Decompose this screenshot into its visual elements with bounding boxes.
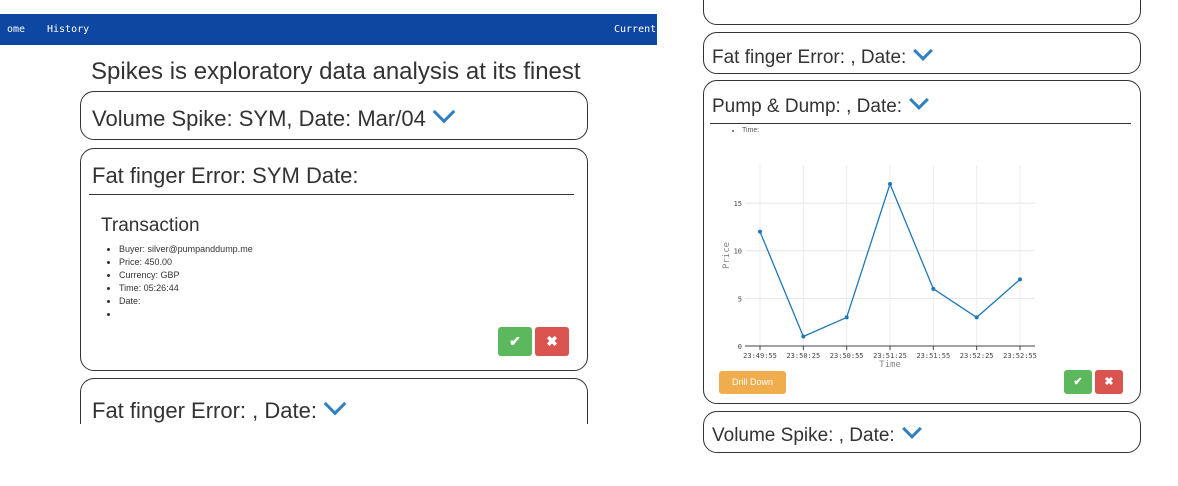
reject-button[interactable]: ✖	[1095, 370, 1123, 394]
fat-finger-2-title: Fat finger Error: , Date:	[92, 398, 317, 423]
reject-button[interactable]: ✖	[535, 327, 569, 356]
transaction-title: Transaction	[101, 215, 200, 236]
data-point	[801, 334, 806, 339]
y-tick-label: 0	[738, 343, 742, 351]
fat-finger-2-header[interactable]: Fat finger Error: , Date:	[92, 392, 347, 424]
nav-history-link[interactable]: History	[47, 24, 89, 35]
transaction-empty-item: ​	[119, 308, 253, 321]
accept-button[interactable]: ✔	[1064, 370, 1092, 394]
header-divider	[710, 123, 1131, 124]
left-screenshot: ome History Current A Spikes is explorat…	[0, 0, 660, 486]
transaction-currency: Currency: GBP	[119, 269, 253, 282]
x-tick-label: 23:50:25	[786, 352, 820, 360]
time-item: Time:	[742, 127, 759, 134]
volume-spike-card[interactable]: Volume Spike: SYM, Date: Mar/04	[80, 91, 588, 140]
chevron-down-icon[interactable]	[432, 100, 456, 124]
page-title: Spikes is exploratory data analysis at i…	[91, 58, 581, 85]
accept-button[interactable]: ✔	[498, 327, 532, 356]
check-icon: ✔	[1073, 376, 1083, 388]
drill-down-button[interactable]: Drill Down	[719, 371, 786, 394]
close-icon: ✖	[546, 333, 558, 349]
x-tick-label: 23:50:55	[830, 352, 864, 360]
chart-grid	[745, 165, 1035, 347]
fat-finger-header[interactable]: Fat finger Error: SYM Date:	[92, 163, 359, 189]
data-point	[974, 315, 979, 320]
nav-home-link[interactable]: ome	[7, 24, 25, 35]
chart-labels: 0 5 10 15 23:49:55 23:50:25 23:50:55 23:51:25 23…	[722, 200, 1037, 370]
transaction-list: Buyer: silver@pumpanddump.me Price: 450.…	[101, 243, 253, 321]
chevron-down-icon[interactable]	[901, 419, 922, 439]
x-tick-label: 23:51:55	[916, 352, 950, 360]
volume-spike-title: Volume Spike: SYM, Date: Mar/04	[92, 106, 426, 131]
crop-mask	[0, 424, 660, 486]
data-point	[931, 286, 936, 291]
y-tick-label: 15	[734, 200, 742, 208]
data-point	[844, 315, 849, 320]
navbar: ome History Current A	[0, 14, 660, 45]
data-point	[758, 229, 762, 234]
right-screenshot: Fat finger Error: , Date: Pump & Dump: ,…	[700, 0, 1178, 486]
close-icon: ✖	[1104, 376, 1114, 388]
check-icon: ✔	[509, 333, 521, 349]
nav-current-link[interactable]: Current A	[614, 24, 660, 35]
transaction-time: Time: 05:26:44	[119, 282, 253, 295]
data-point	[1018, 277, 1022, 282]
chevron-down-icon[interactable]	[913, 41, 934, 61]
price-chart: 0 5 10 15 23:49:55 23:50:25 23:50:55 23:51:25 23…	[722, 165, 1037, 370]
chevron-down-icon[interactable]	[909, 90, 929, 110]
x-tick-label: 23:49:55	[743, 352, 777, 360]
data-point	[888, 182, 892, 187]
x-tick-label: 23:52:55	[1003, 352, 1037, 360]
pump-dump-title: Pump & Dump: , Date:	[712, 96, 903, 117]
y-tick-label: 5	[738, 295, 742, 303]
fat-finger-title: Fat finger Error: , Date:	[712, 47, 907, 68]
fat-finger-card[interactable]: Fat finger Error: , Date:	[703, 32, 1141, 74]
volume-spike-header[interactable]: Volume Spike: , Date:	[712, 419, 922, 447]
fat-finger-header[interactable]: Fat finger Error: , Date:	[712, 41, 934, 69]
x-axis-title: Time	[879, 360, 901, 370]
volume-spike-card[interactable]: Volume Spike: , Date:	[703, 411, 1141, 453]
header-divider	[89, 194, 574, 195]
transaction-price: Price: 450.00	[119, 256, 253, 269]
transaction-buyer: Buyer: silver@pumpanddump.me	[119, 243, 253, 256]
transaction-date: Date:	[119, 295, 253, 308]
volume-spike-header[interactable]: Volume Spike: SYM, Date: Mar/04	[92, 100, 456, 132]
x-tick-label: 23:52:25	[960, 352, 994, 360]
y-tick-label: 10	[734, 248, 742, 256]
y-axis-title: Price	[722, 242, 732, 269]
top-card-partial[interactable]	[703, 0, 1141, 25]
pump-dump-header[interactable]: Pump & Dump: , Date:	[712, 90, 929, 118]
x-tick-label: 23:51:25	[873, 352, 907, 360]
time-list: Time:	[730, 127, 759, 134]
volume-spike-title: Volume Spike: , Date:	[712, 425, 895, 446]
chevron-down-icon[interactable]	[323, 392, 347, 416]
chart-axes	[745, 345, 1035, 350]
